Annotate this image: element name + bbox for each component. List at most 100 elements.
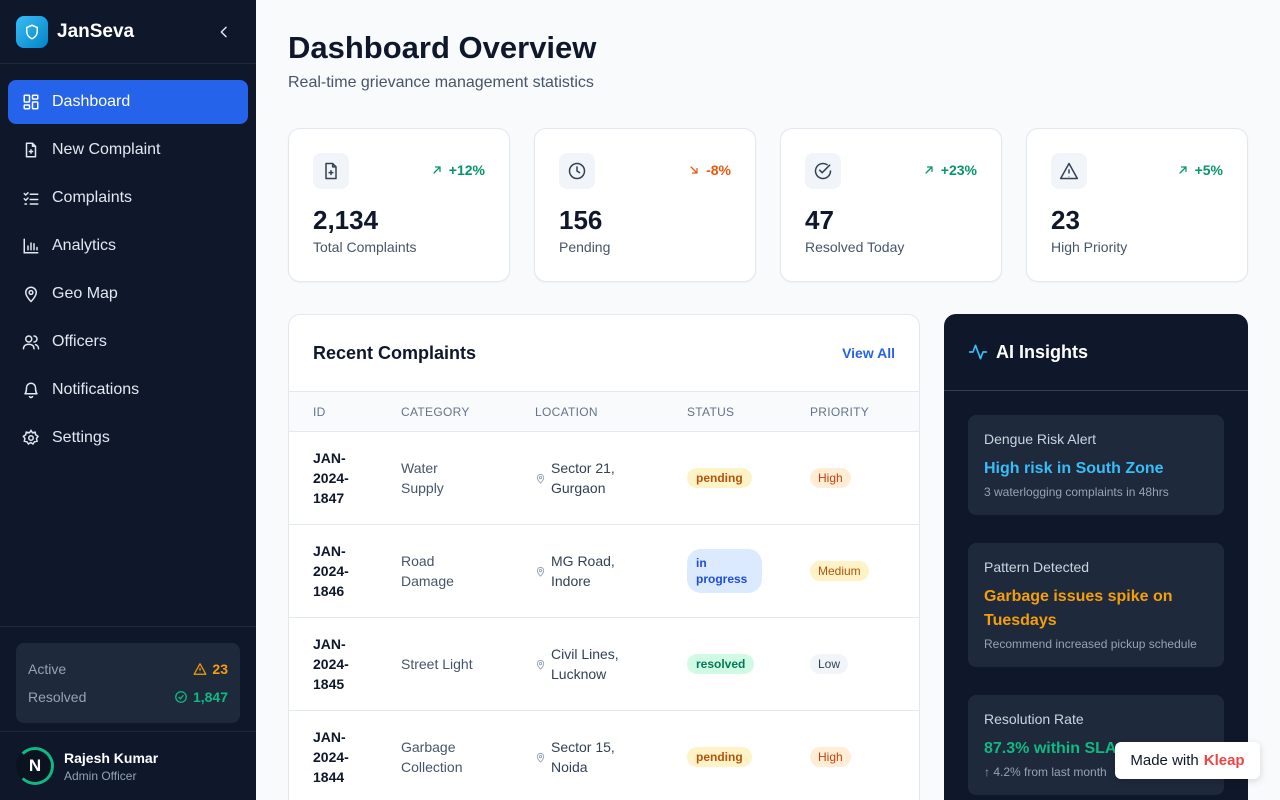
sidebar: JanSeva Dashboard New Complaint Complain… [0,0,256,800]
sidebar-item-new-complaint[interactable]: New Complaint [8,128,248,172]
kpi-trend-value: +5% [1194,162,1223,178]
complaint-category: Road Damage [401,551,535,591]
avatar[interactable]: N [16,747,54,785]
main-content: Dashboard Overview Real-time grievance m… [256,0,1280,800]
complaint-category: Garbage Collection [401,737,535,777]
kpi-value: 23 [1051,205,1080,235]
clock-icon [559,153,595,189]
brand-header: JanSeva [0,0,256,64]
insight-card[interactable]: Pattern Detected Garbage issues spike on… [968,543,1224,667]
complaint-id-part: 2024- [313,749,349,765]
dashboard-icon [22,93,40,111]
complaint-priority: Low [810,654,910,674]
page-title: Dashboard Overview [288,30,597,65]
complaint-id-part: JAN- [313,450,346,466]
kpi-trend: +23% [923,162,977,178]
table-row[interactable]: JAN- 2024- 1846 Road Damage MG Road, Ind… [289,525,919,618]
bar-chart-icon [22,237,40,255]
kpi-card-high-priority[interactable]: +5% 23 High Priority [1026,128,1248,282]
column-header-category[interactable]: CATEGORY [401,402,535,422]
sidebar-item-geo-map[interactable]: Geo Map [8,272,248,316]
category-line: Garbage [401,739,456,755]
insight-label: Pattern Detected [984,559,1090,575]
complaint-id-part: 1844 [313,769,345,785]
sidebar-item-complaints[interactable]: Complaints [8,176,248,220]
column-header-location[interactable]: LOCATION [535,402,687,422]
active-label: Active [28,661,67,677]
user-profile[interactable]: N Rajesh Kumar Admin Officer [0,731,256,800]
sidebar-item-settings[interactable]: Settings [8,416,248,460]
sidebar-item-analytics[interactable]: Analytics [8,224,248,268]
user-name: Rajesh Kumar [64,749,159,766]
check-circle-icon [175,691,187,703]
resolved-label: Resolved [28,689,87,705]
complaint-id-part: 1846 [313,583,345,599]
map-pin-icon [535,566,547,577]
sidebar-item-officers[interactable]: Officers [8,320,248,364]
page-subtitle: Real-time grievance management statistic… [288,74,594,91]
sidebar-item-label: Notifications [52,381,140,398]
map-pin-icon [535,659,547,670]
active-value: 23 [212,661,228,677]
kpi-trend: +12% [431,162,485,178]
sidebar-item-label: Geo Map [52,285,118,302]
location-line: Civil Lines, [551,646,619,662]
kpi-card-pending[interactable]: -8% 156 Pending [534,128,756,282]
insight-description: Recommend increased pickup schedule [984,637,1197,651]
column-header-priority[interactable]: PRIORITY [810,405,910,419]
bell-icon [22,381,40,399]
location-text: Sector 15, Noida [551,737,615,777]
insight-card[interactable]: Dengue Risk Alert High risk in South Zon… [968,415,1224,515]
location-line: Gurgaon [551,480,606,496]
resolved-value: 1,847 [192,689,228,705]
table-row[interactable]: JAN- 2024- 1844 Garbage Collection Secto… [289,711,919,800]
table-row[interactable]: JAN- 2024- 1845 Street Light Civil Lines… [289,618,919,711]
sidebar-item-dashboard[interactable]: Dashboard [8,80,248,124]
alert-triangle-icon [1051,153,1087,189]
category-line: Damage [401,573,454,589]
sidebar-item-label: New Complaint [52,141,161,158]
insight-label: Resolution Rate [984,711,1084,727]
sidebar-item-label: Analytics [52,237,117,254]
insight-description: 3 waterlogging complaints in 48hrs [984,485,1169,499]
table-row[interactable]: JAN- 2024- 1847 Water Supply Sector 21, … [289,432,919,525]
sidebar-item-label: Dashboard [52,93,131,110]
complaint-id: JAN- 2024- 1846 [289,541,401,601]
kpi-value: 47 [805,205,834,235]
status-badge: pending [687,468,752,488]
app-name[interactable]: JanSeva [57,21,134,43]
complaint-priority: Medium [810,561,910,581]
column-header-status[interactable]: STATUS [687,405,810,419]
column-header-id[interactable]: ID [289,402,401,422]
map-pin-icon [535,752,547,763]
complaint-id: JAN- 2024- 1844 [289,727,401,787]
sidebar-item-notifications[interactable]: Notifications [8,368,248,412]
recent-complaints-panel: Recent Complaints View All ID CATEGORY L… [288,314,920,800]
complaint-location: Sector 15, Noida [535,737,687,777]
activity-icon [968,344,988,360]
table-header: ID CATEGORY LOCATION STATUS PRIORITY [289,392,919,432]
location-line: Sector 21, [551,460,615,476]
recent-complaints-header: Recent Complaints View All [289,315,919,392]
kpi-label: Pending [559,239,611,255]
complaint-location: Sector 21, Gurgaon [535,458,687,498]
map-pin-icon [535,473,547,484]
category-line: Collection [401,759,463,775]
view-all-link[interactable]: View All [842,345,895,361]
kpi-card-total-complaints[interactable]: +12% 2,134 Total Complaints [288,128,510,282]
shield-icon[interactable] [16,15,48,48]
category-line: Road [401,553,435,569]
arrow-up-right-icon [1178,166,1187,174]
complaint-category: Street Light [401,654,535,674]
made-with-badge[interactable]: Made with Kleap [1115,742,1260,779]
priority-badge: High [810,468,851,488]
kpi-trend-value: -8% [706,162,731,178]
collapse-sidebar-button[interactable] [212,20,236,44]
ai-insights-header: AI Insights [944,314,1248,391]
kpi-label: High Priority [1051,239,1128,255]
list-check-icon [22,189,40,207]
location-line: Indore [551,573,591,589]
complaint-priority: High [810,468,910,488]
kpi-card-resolved-today[interactable]: +23% 47 Resolved Today [780,128,1002,282]
user-role: Admin Officer [64,768,137,783]
